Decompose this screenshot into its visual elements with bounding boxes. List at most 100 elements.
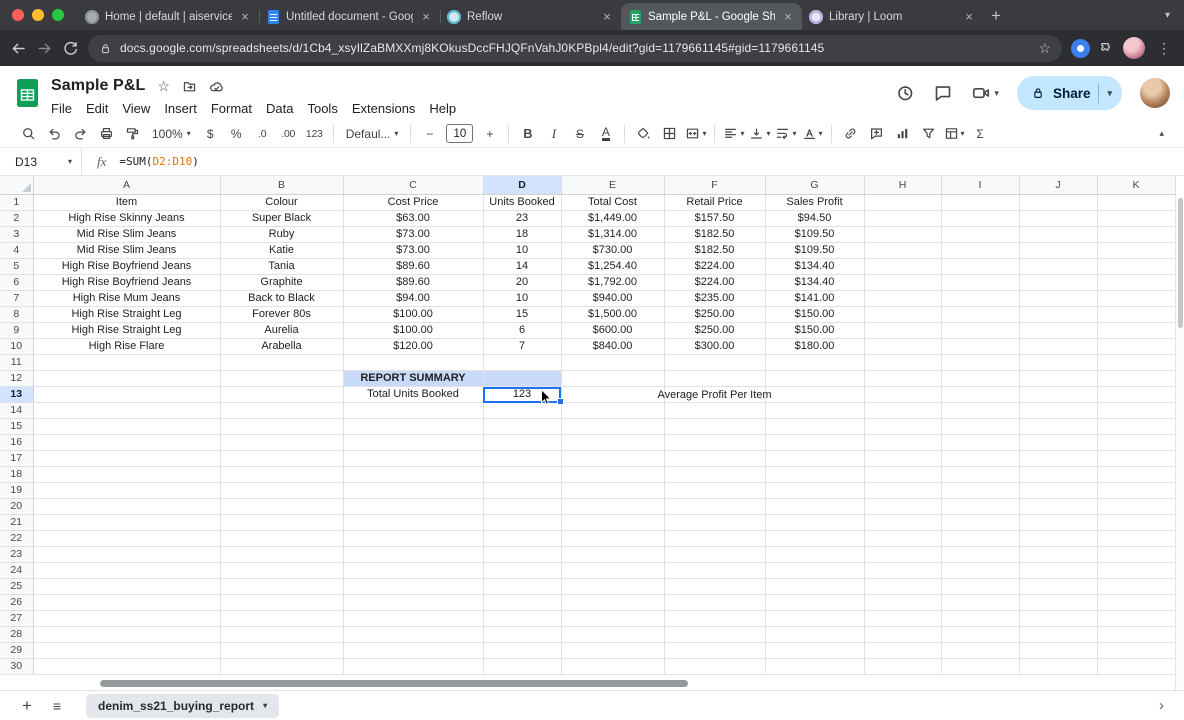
cell-C24[interactable] [343, 563, 483, 579]
cell-D15[interactable] [483, 419, 561, 435]
cell-B27[interactable] [220, 611, 343, 627]
cell-J23[interactable] [1019, 547, 1097, 563]
cell-E30[interactable] [561, 659, 664, 675]
cell-F7[interactable]: $235.00 [664, 291, 765, 307]
column-header-G[interactable]: G [765, 176, 864, 195]
cell-E29[interactable] [561, 643, 664, 659]
borders-button[interactable] [657, 122, 682, 146]
browser-profile-avatar[interactable] [1123, 37, 1145, 59]
cell-B22[interactable] [220, 531, 343, 547]
share-chevron-icon[interactable]: ▾ [1107, 88, 1112, 99]
cell-C22[interactable] [343, 531, 483, 547]
cell-D7[interactable]: 10 [483, 291, 561, 307]
cell-C12[interactable]: REPORT SUMMARY [343, 371, 483, 387]
cell-K25[interactable] [1097, 579, 1175, 595]
strikethrough-button[interactable]: S [567, 122, 592, 146]
menu-view[interactable]: View [115, 99, 157, 118]
create-filter-button[interactable] [916, 122, 941, 146]
cell-G8[interactable]: $150.00 [765, 307, 864, 323]
tab-close-icon[interactable]: × [600, 9, 614, 24]
forward-button[interactable] [36, 40, 53, 57]
cell-F25[interactable] [664, 579, 765, 595]
cell-E6[interactable]: $1,792.00 [561, 275, 664, 291]
cell-A18[interactable] [33, 467, 220, 483]
column-header-C[interactable]: C [343, 176, 483, 195]
cell-H3[interactable] [864, 227, 941, 243]
select-all-corner[interactable] [0, 176, 33, 195]
menu-help[interactable]: Help [422, 99, 463, 118]
tab-close-icon[interactable]: × [962, 9, 976, 24]
menu-format[interactable]: Format [204, 99, 259, 118]
url-text[interactable]: docs.google.com/spreadsheets/d/1Cb4_xsyI… [120, 41, 1030, 55]
cell-I1[interactable] [941, 195, 1019, 211]
cell-I11[interactable] [941, 355, 1019, 371]
cell-K4[interactable] [1097, 243, 1175, 259]
cell-I27[interactable] [941, 611, 1019, 627]
cell-A24[interactable] [33, 563, 220, 579]
meet-presentation-control[interactable]: ▾ [971, 83, 999, 103]
cell-B15[interactable] [220, 419, 343, 435]
cell-E26[interactable] [561, 595, 664, 611]
text-wrap-button[interactable]: ▾ [773, 122, 798, 146]
cell-G28[interactable] [765, 627, 864, 643]
cell-D26[interactable] [483, 595, 561, 611]
cell-B30[interactable] [220, 659, 343, 675]
cell-B25[interactable] [220, 579, 343, 595]
cell-C8[interactable]: $100.00 [343, 307, 483, 323]
cell-A17[interactable] [33, 451, 220, 467]
tab-close-icon[interactable]: × [419, 9, 433, 24]
cell-K30[interactable] [1097, 659, 1175, 675]
cell-E4[interactable]: $730.00 [561, 243, 664, 259]
cell-E1[interactable]: Total Cost [561, 195, 664, 211]
cell-F18[interactable] [664, 467, 765, 483]
cell-C25[interactable] [343, 579, 483, 595]
cell-I9[interactable] [941, 323, 1019, 339]
cell-A27[interactable] [33, 611, 220, 627]
cell-H8[interactable] [864, 307, 941, 323]
cell-B13[interactable] [220, 387, 343, 403]
cell-H26[interactable] [864, 595, 941, 611]
cell-K14[interactable] [1097, 403, 1175, 419]
browser-tab-loom[interactable]: Library | Loom × [802, 3, 983, 30]
cell-K12[interactable] [1097, 371, 1175, 387]
cell-K13[interactable] [1097, 387, 1175, 403]
cell-A9[interactable]: High Rise Straight Leg [33, 323, 220, 339]
cell-I17[interactable] [941, 451, 1019, 467]
cell-I26[interactable] [941, 595, 1019, 611]
cell-I3[interactable] [941, 227, 1019, 243]
cell-J20[interactable] [1019, 499, 1097, 515]
row-header-16[interactable]: 16 [0, 435, 33, 451]
row-header-1[interactable]: 1 [0, 195, 33, 211]
cell-H9[interactable] [864, 323, 941, 339]
cell-E19[interactable] [561, 483, 664, 499]
cell-D5[interactable]: 14 [483, 259, 561, 275]
cell-K15[interactable] [1097, 419, 1175, 435]
cell-E21[interactable] [561, 515, 664, 531]
cell-A29[interactable] [33, 643, 220, 659]
cell-I25[interactable] [941, 579, 1019, 595]
tab-close-icon[interactable]: × [781, 9, 795, 24]
scroll-sheets-right-icon[interactable]: › [1159, 697, 1170, 714]
cell-G2[interactable]: $94.50 [765, 211, 864, 227]
cell-F4[interactable]: $182.50 [664, 243, 765, 259]
cell-E5[interactable]: $1,254.40 [561, 259, 664, 275]
cell-F14[interactable] [664, 403, 765, 419]
row-header-4[interactable]: 4 [0, 243, 33, 259]
cell-J30[interactable] [1019, 659, 1097, 675]
cell-K18[interactable] [1097, 467, 1175, 483]
cell-D30[interactable] [483, 659, 561, 675]
cell-C21[interactable] [343, 515, 483, 531]
cell-C13[interactable]: Total Units Booked [343, 387, 483, 403]
cell-F30[interactable] [664, 659, 765, 675]
cell-G25[interactable] [765, 579, 864, 595]
move-to-folder-icon[interactable] [182, 79, 197, 94]
column-header-B[interactable]: B [220, 176, 343, 195]
cell-G18[interactable] [765, 467, 864, 483]
cell-A22[interactable] [33, 531, 220, 547]
hide-toolbar-chevron-icon[interactable]: ▴ [1159, 128, 1164, 139]
back-button[interactable] [10, 40, 27, 57]
cell-K1[interactable] [1097, 195, 1175, 211]
cell-D12[interactable] [483, 371, 561, 387]
browser-tab-docs[interactable]: Untitled document - Google D × [259, 3, 440, 30]
cell-G21[interactable] [765, 515, 864, 531]
